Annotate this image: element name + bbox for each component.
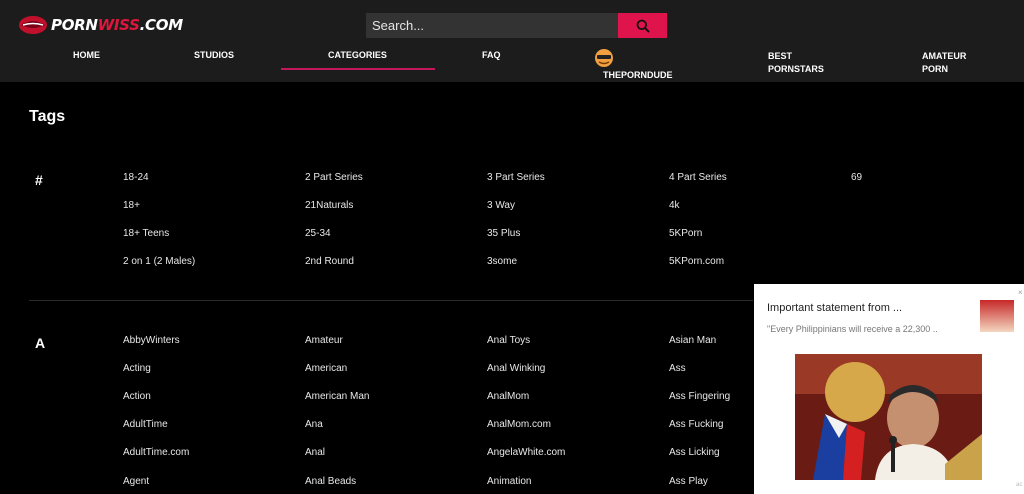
tag-link[interactable]: Ass Play [669, 476, 708, 487]
tag-link[interactable]: 18+ [123, 200, 140, 211]
tag-link[interactable]: Ass Fucking [669, 419, 723, 430]
lips-icon [19, 16, 47, 34]
tag-link[interactable]: 4 Part Series [669, 172, 727, 183]
ad-text: "Every Philippinians will receive a 22,3… [767, 324, 938, 334]
tag-link[interactable]: Ass Licking [669, 447, 720, 458]
page-title: Tags [29, 108, 66, 125]
tag-link[interactable]: 5KPorn [669, 228, 702, 239]
tag-link[interactable]: 35 Plus [487, 228, 520, 239]
nav-home[interactable]: HOME [73, 49, 100, 62]
site-header: PORNWISS.COM HOME STUDIOS CATEGORIES FAQ… [0, 0, 1024, 82]
tag-link[interactable]: Anal Toys [487, 335, 530, 346]
group-letter-a: A [35, 335, 46, 351]
ad-image[interactable] [795, 354, 982, 480]
search-icon [636, 19, 650, 33]
tag-link[interactable]: 5KPorn.com [669, 256, 724, 267]
nav-faq[interactable]: FAQ [482, 49, 501, 62]
ad-title[interactable]: Important statement from ... [767, 302, 902, 314]
tag-link[interactable]: Ass [669, 363, 686, 374]
tag-link[interactable]: 21Naturals [305, 200, 353, 211]
tag-link[interactable]: 4k [669, 200, 680, 211]
nav-categories[interactable]: CATEGORIES [328, 49, 387, 62]
nav-active-underline [281, 68, 435, 70]
nav-amateur-porn[interactable]: AMATEUR PORN [922, 50, 972, 76]
ad-popup[interactable]: Important statement from ... "Every Phil… [754, 284, 1024, 494]
search-input[interactable] [366, 13, 618, 38]
tag-link[interactable]: Amateur [305, 335, 343, 346]
tag-link[interactable]: 18+ Teens [123, 228, 169, 239]
tag-link[interactable]: AdultTime.com [123, 447, 189, 458]
nav-studios[interactable]: STUDIOS [194, 49, 234, 62]
nav-best-pornstars[interactable]: BEST PORNSTARS [768, 50, 828, 76]
tag-link[interactable]: Anal Winking [487, 363, 545, 374]
search-bar [366, 13, 667, 38]
nav-theporndude[interactable]: THEPORNDUDE [603, 69, 673, 82]
tag-link[interactable]: Anal [305, 447, 325, 458]
tag-link[interactable]: 25-34 [305, 228, 331, 239]
tag-link[interactable]: AnalMom.com [487, 419, 551, 430]
ad-badge: ac [1016, 482, 1023, 488]
tag-link[interactable]: AdultTime [123, 419, 168, 430]
tag-link[interactable]: 2nd Round [305, 256, 354, 267]
tag-link[interactable]: Action [123, 391, 151, 402]
theporndude-icon [595, 49, 613, 67]
tag-link[interactable]: 2 Part Series [305, 172, 363, 183]
group-divider [29, 300, 753, 301]
tag-link[interactable]: 3 Way [487, 200, 515, 211]
tag-link[interactable]: Ass Fingering [669, 391, 730, 402]
ad-close-button[interactable]: × [1018, 288, 1023, 297]
search-button[interactable] [618, 13, 667, 38]
tag-link[interactable]: Asian Man [669, 335, 716, 346]
logo-text: PORNWISS.COM [51, 16, 183, 34]
tag-link[interactable]: 69 [851, 172, 862, 183]
tag-link[interactable]: Anal Beads [305, 476, 356, 487]
tag-link[interactable]: Animation [487, 476, 531, 487]
tag-link[interactable]: Acting [123, 363, 151, 374]
group-letter-hash: # [35, 172, 43, 188]
tag-link[interactable]: American Man [305, 391, 369, 402]
site-logo[interactable]: PORNWISS.COM [18, 12, 183, 38]
tag-link[interactable]: 18-24 [123, 172, 149, 183]
tag-link[interactable]: 3some [487, 256, 517, 267]
tag-link[interactable]: AbbyWinters [123, 335, 180, 346]
tag-link[interactable]: Agent [123, 476, 149, 487]
tag-link[interactable]: American [305, 363, 347, 374]
tag-link[interactable]: 2 on 1 (2 Males) [123, 256, 195, 267]
tag-link[interactable]: Ana [305, 419, 323, 430]
tag-link[interactable]: 3 Part Series [487, 172, 545, 183]
tag-link[interactable]: AngelaWhite.com [487, 447, 565, 458]
tag-link[interactable]: AnalMom [487, 391, 529, 402]
ad-thumbnail[interactable] [980, 300, 1014, 332]
